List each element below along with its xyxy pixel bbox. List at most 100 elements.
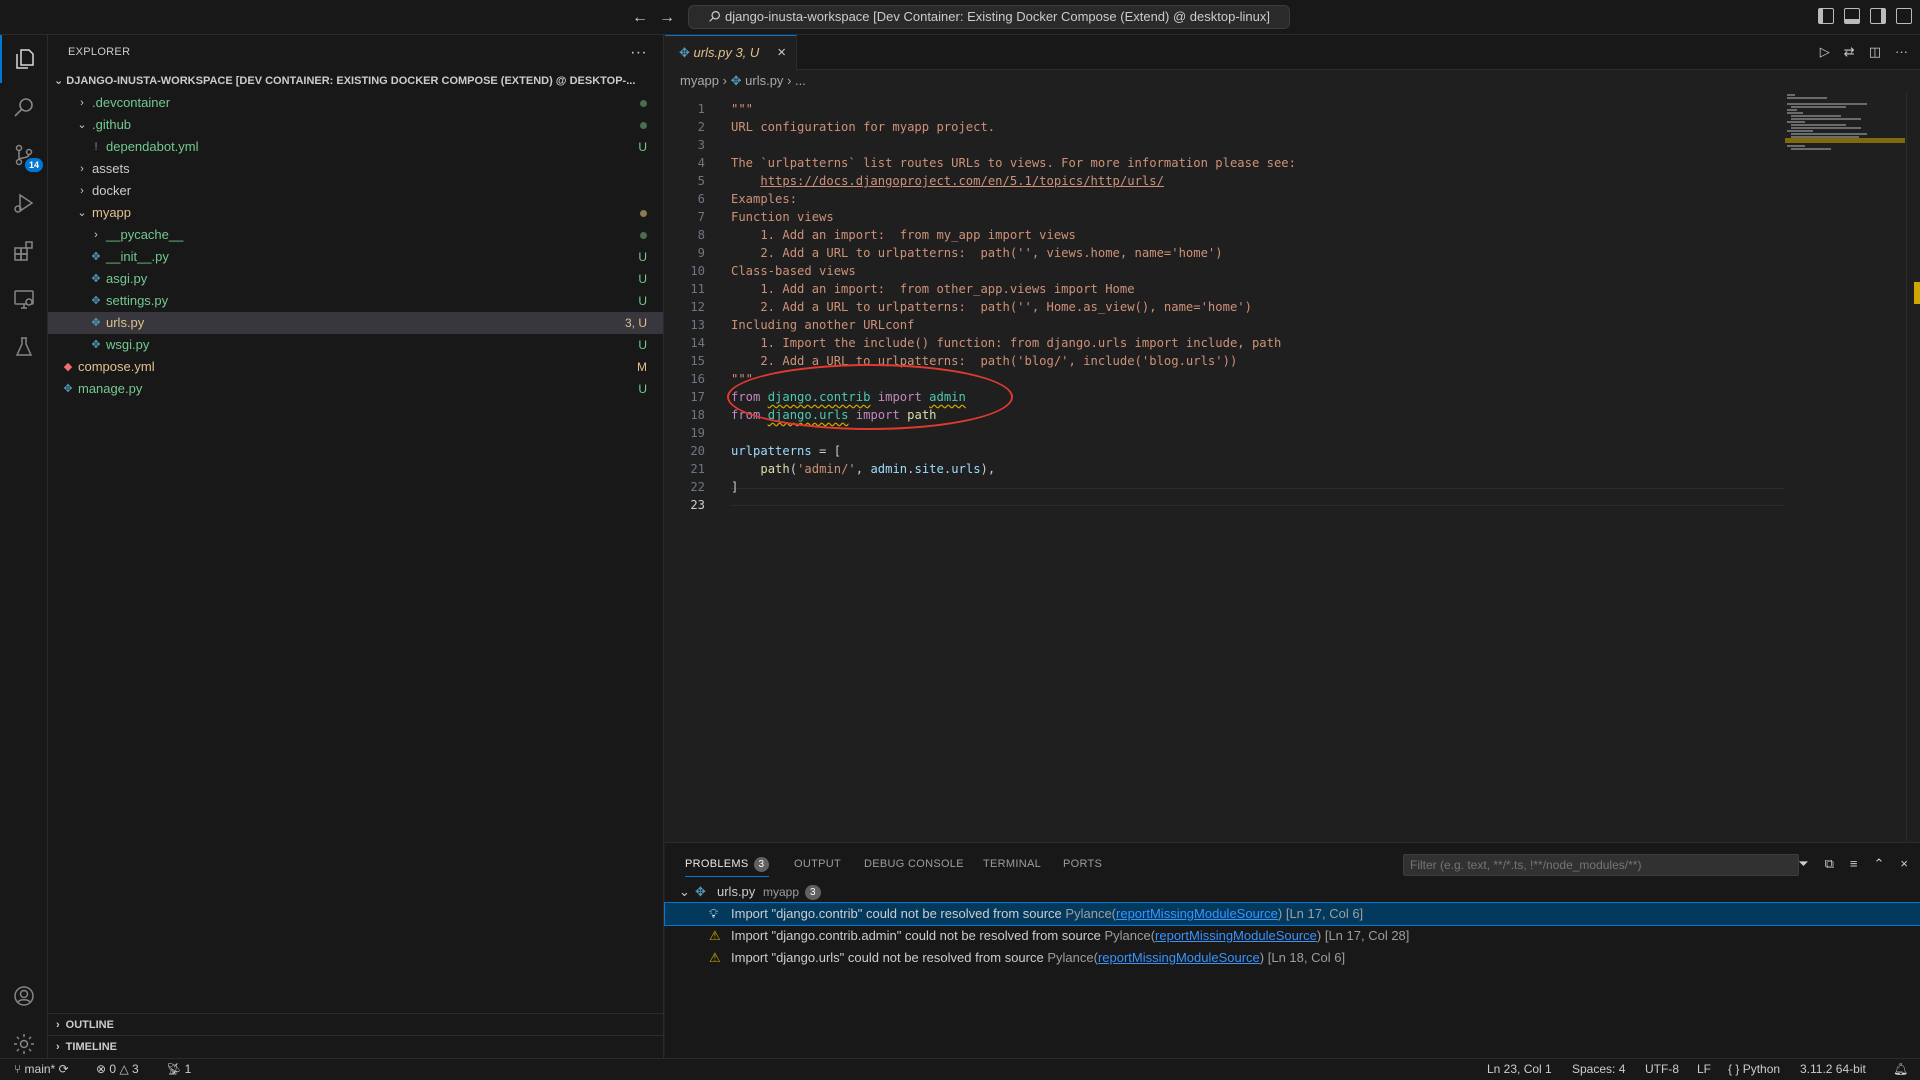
ports-status[interactable]: 📡︎ 1	[166, 1059, 191, 1080]
tree-item[interactable]: ✥ manage.py U	[48, 378, 663, 400]
tab-terminal[interactable]: TERMINAL	[983, 851, 1041, 877]
tree-item-label: .devcontainer	[92, 95, 171, 110]
collapse-all-icon[interactable]: ⧉	[1825, 856, 1834, 872]
forward-arrow-icon[interactable]: →	[656, 7, 678, 29]
code-token: 2. Add a URL to urlpatterns: path('', Ho…	[731, 300, 1252, 314]
tree-item-label: dependabot.yml	[106, 139, 199, 154]
python-file-icon: ✥	[63, 383, 73, 395]
sync-icon[interactable]: ⟳	[59, 1062, 69, 1076]
python-interpreter[interactable]: 3.11.2 64-bit	[1800, 1059, 1866, 1080]
tree-item[interactable]: › docker	[48, 180, 663, 202]
tab-label: urls.py	[693, 45, 732, 60]
problem-item[interactable]: 💡︎ Import "django.contrib" could not be r…	[664, 902, 1920, 926]
code-token: 'admin/'	[797, 462, 856, 476]
yaml-file-icon: !	[94, 141, 98, 153]
line-number: 3	[697, 138, 705, 152]
tree-item[interactable]: ✥ asgi.py U	[48, 268, 663, 290]
code-token: Function views	[731, 210, 834, 224]
tree-item[interactable]: ⌄ myapp	[48, 202, 663, 224]
python-file-icon: ✥	[91, 317, 101, 329]
file-tree: › .devcontainer ⌄ .github! dependabot.yml U › a…	[48, 92, 663, 400]
close-icon[interactable]: ×	[777, 36, 786, 70]
cursor-position[interactable]: Ln 23, Col 1	[1487, 1059, 1552, 1080]
code-token: """	[731, 102, 754, 116]
tab-urls-py[interactable]: ✥ urls.py 3, U ×	[665, 35, 797, 70]
minimap[interactable]	[1785, 92, 1905, 152]
problem-code[interactable]: reportMissingModuleSource	[1098, 950, 1260, 965]
chevron-right-icon: ›	[80, 97, 84, 109]
more-actions-icon[interactable]: ···	[1895, 44, 1908, 60]
chevron-right-icon: ›	[56, 1041, 60, 1053]
problem-item[interactable]: ⚠ Import "django.contrib.admin" could not…	[665, 925, 1920, 947]
notifications-bell-icon[interactable]: 🔔︎	[1893, 1059, 1908, 1080]
breadcrumb-symbol[interactable]: ...	[795, 73, 806, 88]
problem-msg: Import "django.urls" could not be resolv…	[731, 950, 1044, 965]
indentation[interactable]: Spaces: 4	[1572, 1059, 1625, 1080]
toggle-secondary-sidebar-icon[interactable]	[1870, 8, 1886, 24]
line-number: 16	[690, 372, 705, 386]
tree-item[interactable]: ! dependabot.yml U	[48, 136, 663, 158]
line-number: 7	[697, 210, 705, 224]
more-actions-icon[interactable]: ···	[630, 35, 647, 70]
tree-item[interactable]: ⌄ .github	[48, 114, 663, 136]
source-control-icon[interactable]: 14	[0, 131, 48, 179]
tree-item[interactable]: ✥ settings.py U	[48, 290, 663, 312]
tab-output[interactable]: OUTPUT	[794, 851, 841, 877]
outline-section[interactable]: › OUTLINE	[48, 1013, 663, 1035]
breadcrumb-folder[interactable]: myapp	[680, 73, 719, 88]
timeline-section[interactable]: › TIMELINE	[48, 1035, 663, 1057]
problem-text: Import "django.contrib" could not be res…	[731, 906, 1364, 921]
problem-item[interactable]: ⚠ Import "django.urls" could not be resol…	[665, 947, 1920, 969]
maximize-panel-icon[interactable]: ⌃	[1874, 856, 1885, 872]
search-icon[interactable]	[0, 83, 48, 131]
explorer-icon[interactable]	[0, 35, 48, 83]
tree-item[interactable]: ✥ __init__.py U	[48, 246, 663, 268]
tree-item[interactable]: › __pycache__	[48, 224, 663, 246]
customize-layout-icon[interactable]	[1896, 8, 1912, 24]
breadcrumb-file[interactable]: urls.py	[745, 73, 783, 88]
command-center[interactable]: django-inusta-workspace [Dev Container: …	[688, 5, 1290, 29]
tree-item[interactable]: › assets	[48, 158, 663, 180]
view-as-list-icon[interactable]: ≡	[1850, 856, 1858, 872]
testing-icon[interactable]	[0, 323, 48, 371]
end-of-line[interactable]: LF	[1697, 1059, 1711, 1080]
tab-debug-console[interactable]: DEBUG CONSOLE	[864, 851, 964, 877]
tree-item-label: asgi.py	[106, 271, 148, 286]
line-content: Including another URLconf	[731, 316, 914, 334]
close-panel-icon[interactable]: ×	[1900, 856, 1908, 872]
vertical-scrollbar[interactable]	[1906, 92, 1920, 842]
problems-file-group[interactable]: ⌄ ✥ urls.py myapp 3	[665, 881, 1920, 903]
git-status-badge	[617, 224, 647, 246]
tree-item[interactable]: › .devcontainer	[48, 92, 663, 114]
tab-problems[interactable]: PROBLEMS 3	[685, 851, 770, 877]
branch-status[interactable]: ⑂ main* ⟳	[14, 1059, 69, 1080]
language-mode[interactable]: { } Python	[1728, 1059, 1780, 1080]
open-changes-icon[interactable]: ⇄	[1844, 44, 1855, 60]
back-arrow-icon[interactable]: ←	[629, 7, 651, 29]
problems-filter-input[interactable]	[1403, 854, 1799, 876]
extensions-icon[interactable]	[0, 227, 48, 275]
tab-ports[interactable]: PORTS	[1063, 851, 1102, 877]
workspace-root[interactable]: ⌄ DJANGO-INUSTA-WORKSPACE [DEV CONTAINER…	[48, 70, 663, 92]
tree-item[interactable]: ✥ urls.py 3, U	[48, 312, 663, 334]
problem-code[interactable]: reportMissingModuleSource	[1155, 928, 1317, 943]
run-python-file-icon[interactable]: ▷	[1820, 44, 1830, 60]
split-editor-icon[interactable]: ◫	[1869, 44, 1881, 60]
run-debug-icon[interactable]	[0, 179, 48, 227]
toggle-primary-sidebar-icon[interactable]	[1818, 8, 1834, 24]
problem-code[interactable]: reportMissingModuleSource	[1116, 906, 1278, 921]
encoding[interactable]: UTF-8	[1645, 1059, 1679, 1080]
python-file-icon: ✥	[91, 339, 101, 351]
tree-item[interactable]: ✥ wsgi.py U	[48, 334, 663, 356]
line-number: 8	[697, 228, 705, 242]
toggle-panel-icon[interactable]	[1844, 8, 1860, 24]
chevron-down-icon: ⌄	[54, 75, 64, 87]
problems-status[interactable]: ⊗ 0 △ 3	[96, 1059, 139, 1080]
line-content: ]	[731, 478, 738, 496]
filter-icon[interactable]: ⏷	[1798, 856, 1808, 872]
tree-item[interactable]: ◆ compose.yml M	[48, 356, 663, 378]
code-editor[interactable]: 1 """ 2 URL configuration for myapp project…	[665, 92, 1920, 842]
remote-explorer-icon[interactable]	[0, 275, 48, 323]
account-icon[interactable]	[0, 972, 48, 1020]
